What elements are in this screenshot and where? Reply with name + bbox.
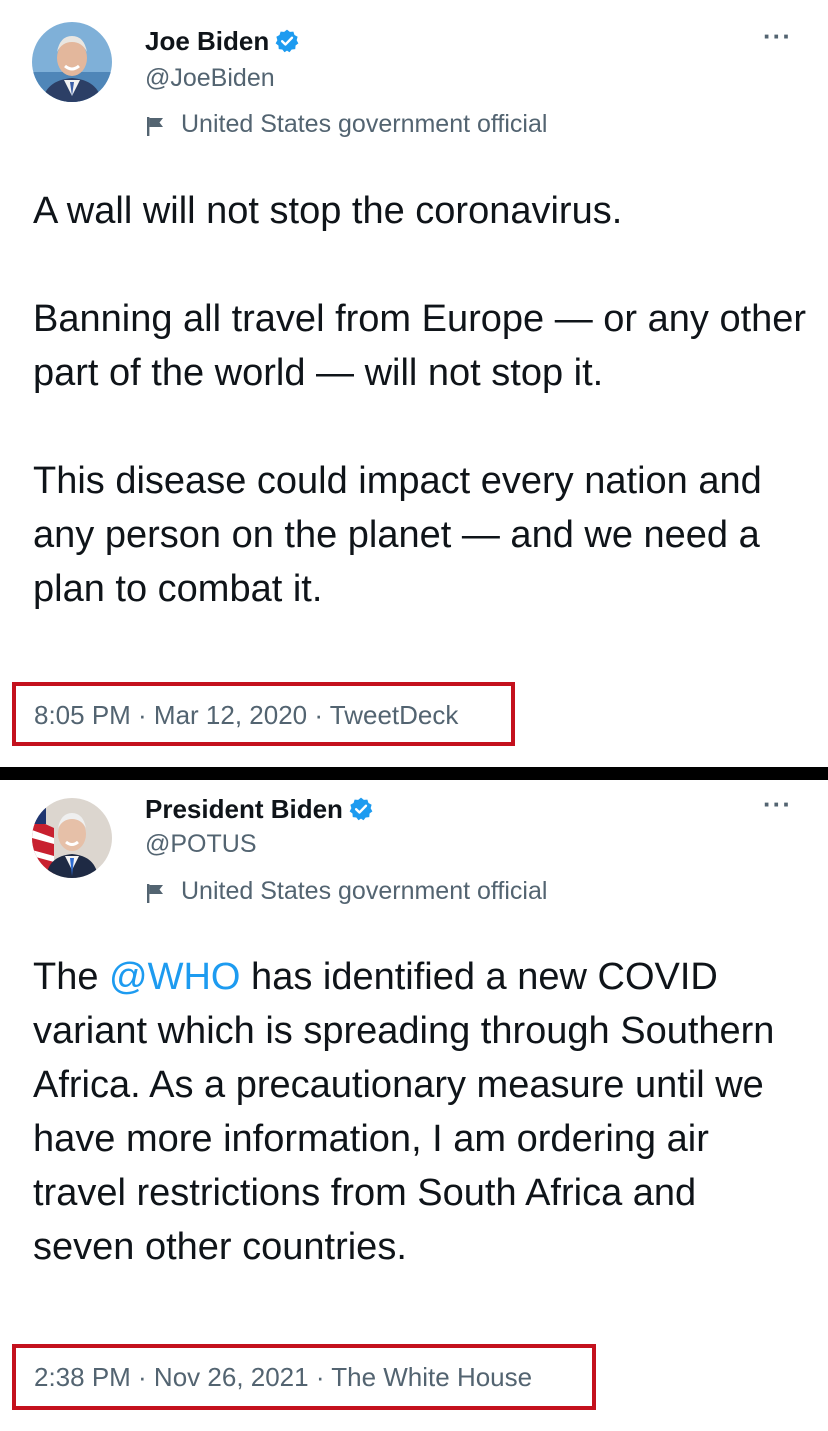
avatar[interactable] bbox=[32, 22, 112, 102]
author-name-row: Joe Biden bbox=[145, 24, 300, 58]
highlight-box: 8:05 PM · Mar 12, 2020 · TweetDeck bbox=[12, 682, 515, 746]
display-name[interactable]: Joe Biden bbox=[145, 24, 269, 58]
tweet-paragraph: A wall will not stop the coronavirus. bbox=[33, 190, 623, 232]
more-options-icon[interactable]: ··· bbox=[763, 791, 792, 817]
avatar-photo bbox=[32, 22, 112, 102]
verified-badge-icon bbox=[274, 28, 300, 54]
tweet-paragraph: This disease could impact every nation a… bbox=[33, 460, 762, 610]
avatar[interactable] bbox=[32, 798, 112, 878]
avatar-photo bbox=[32, 798, 112, 878]
user-handle[interactable]: @JoeBiden bbox=[145, 62, 275, 94]
tweet-text-start: The bbox=[33, 956, 110, 998]
account-label: United States government official bbox=[145, 875, 547, 907]
author-name-row: President Biden bbox=[145, 792, 374, 826]
account-label: United States government official bbox=[145, 108, 547, 140]
tweet-timestamp[interactable]: 8:05 PM · Mar 12, 2020 · TweetDeck bbox=[34, 700, 458, 730]
divider bbox=[0, 767, 828, 780]
flag-icon bbox=[145, 880, 167, 903]
verified-badge-icon bbox=[348, 796, 374, 822]
account-label-text: United States government official bbox=[181, 877, 548, 905]
tweet-text-rest: has identified a new COVID variant which… bbox=[33, 956, 775, 1268]
account-label-text: United States government official bbox=[181, 110, 548, 138]
highlight-box: 2:38 PM · Nov 26, 2021 · The White House bbox=[12, 1344, 596, 1410]
user-handle[interactable]: @POTUS bbox=[145, 828, 257, 860]
tweet-text: The @WHO has identified a new COVID vari… bbox=[33, 950, 808, 1274]
tweet-card[interactable]: President Biden @POTUS United States gov… bbox=[0, 780, 828, 1431]
tweet-timestamp[interactable]: 2:38 PM · Nov 26, 2021 · The White House bbox=[34, 1362, 532, 1392]
mention-link[interactable]: @WHO bbox=[109, 956, 240, 998]
tweet-text: A wall will not stop the coronavirus. Ba… bbox=[33, 184, 808, 616]
more-options-icon[interactable]: ··· bbox=[763, 23, 792, 49]
tweet-card[interactable]: Joe Biden @JoeBiden United States govern… bbox=[0, 0, 828, 767]
flag-icon bbox=[145, 113, 167, 136]
display-name[interactable]: President Biden bbox=[145, 792, 343, 826]
tweet-paragraph: Banning all travel from Europe — or any … bbox=[33, 298, 807, 394]
